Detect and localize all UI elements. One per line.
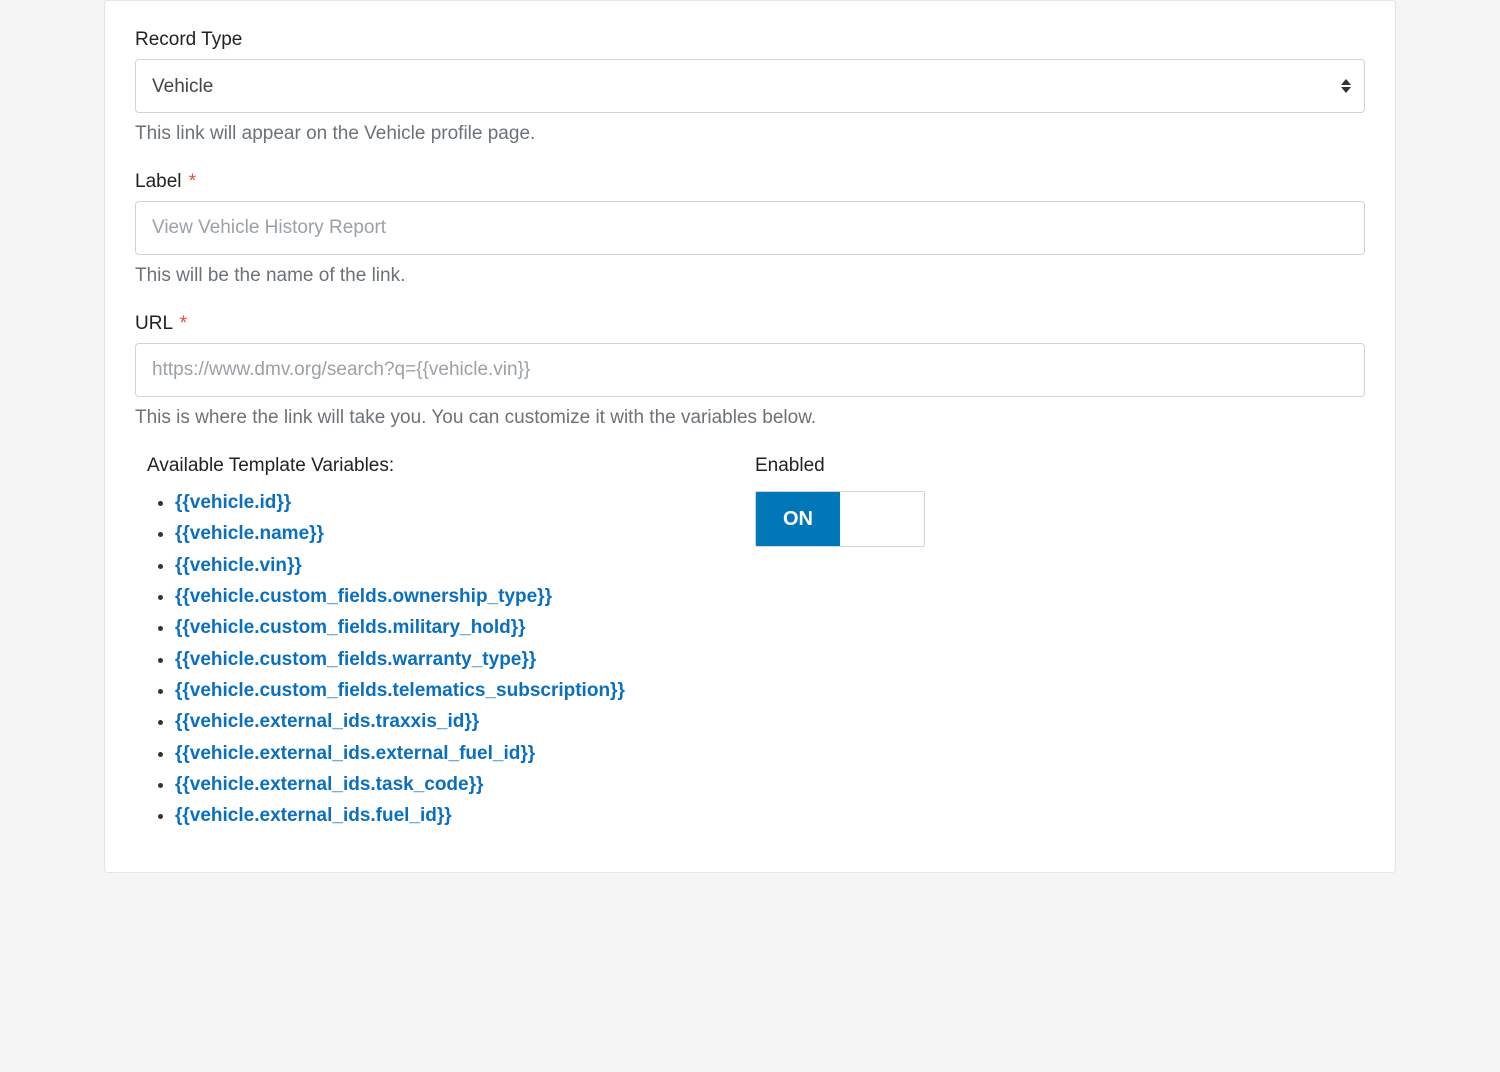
label-field-label: Label * [135, 171, 1365, 193]
record-type-select[interactable]: Vehicle [135, 59, 1365, 113]
list-item: {{vehicle.custom_fields.warranty_type}} [175, 644, 695, 675]
label-input[interactable] [135, 201, 1365, 255]
required-icon: * [180, 313, 187, 334]
url-label-text: URL [135, 313, 172, 334]
label-group: Label * This will be the name of the lin… [135, 171, 1365, 287]
variables-column: Available Template Variables: {{vehicle.… [135, 455, 695, 832]
variables-title: Available Template Variables: [147, 455, 695, 477]
url-input[interactable] [135, 343, 1365, 397]
template-variable-link[interactable]: {{vehicle.external_ids.external_fuel_id}… [175, 743, 535, 764]
toggle-on-label: ON [756, 492, 840, 546]
lower-columns: Available Template Variables: {{vehicle.… [135, 455, 1365, 832]
record-type-help: This link will appear on the Vehicle pro… [135, 123, 1365, 145]
list-item: {{vehicle.vin}} [175, 550, 695, 581]
enabled-column: Enabled ON [755, 455, 925, 832]
list-item: {{vehicle.external_ids.task_code}} [175, 769, 695, 800]
template-variable-link[interactable]: {{vehicle.custom_fields.ownership_type}} [175, 586, 552, 607]
list-item: {{vehicle.name}} [175, 518, 695, 549]
label-text: Label [135, 171, 182, 192]
variables-list: {{vehicle.id}} {{vehicle.name}} {{vehicle.… [147, 487, 695, 832]
template-variable-link[interactable]: {{vehicle.external_ids.fuel_id}} [175, 805, 452, 826]
template-variable-link[interactable]: {{vehicle.external_ids.task_code}} [175, 774, 483, 795]
form-container: Record Type Vehicle This link will appea… [104, 0, 1396, 873]
record-type-group: Record Type Vehicle This link will appea… [135, 29, 1365, 145]
template-variable-link[interactable]: {{vehicle.custom_fields.telematics_subsc… [175, 680, 625, 701]
required-icon: * [189, 171, 196, 192]
template-variable-link[interactable]: {{vehicle.custom_fields.military_hold}} [175, 617, 526, 638]
template-variable-link[interactable]: {{vehicle.custom_fields.warranty_type}} [175, 649, 536, 670]
list-item: {{vehicle.external_ids.fuel_id}} [175, 800, 695, 831]
record-type-label: Record Type [135, 29, 1365, 51]
template-variable-link[interactable]: {{vehicle.id}} [175, 492, 291, 513]
label-help: This will be the name of the link. [135, 265, 1365, 287]
enabled-toggle[interactable]: ON [755, 491, 925, 547]
enabled-label: Enabled [755, 455, 925, 477]
url-help: This is where the link will take you. Yo… [135, 407, 1365, 429]
list-item: {{vehicle.custom_fields.telematics_subsc… [175, 675, 695, 706]
url-group: URL * This is where the link will take y… [135, 313, 1365, 429]
template-variable-link[interactable]: {{vehicle.external_ids.traxxis_id}} [175, 711, 479, 732]
list-item: {{vehicle.external_ids.traxxis_id}} [175, 706, 695, 737]
list-item: {{vehicle.custom_fields.ownership_type}} [175, 581, 695, 612]
toggle-off-side [840, 492, 924, 546]
record-type-select-wrap: Vehicle [135, 59, 1365, 113]
template-variable-link[interactable]: {{vehicle.name}} [175, 523, 324, 544]
list-item: {{vehicle.custom_fields.military_hold}} [175, 612, 695, 643]
list-item: {{vehicle.id}} [175, 487, 695, 518]
list-item: {{vehicle.external_ids.external_fuel_id}… [175, 738, 695, 769]
url-field-label: URL * [135, 313, 1365, 335]
template-variable-link[interactable]: {{vehicle.vin}} [175, 555, 302, 576]
